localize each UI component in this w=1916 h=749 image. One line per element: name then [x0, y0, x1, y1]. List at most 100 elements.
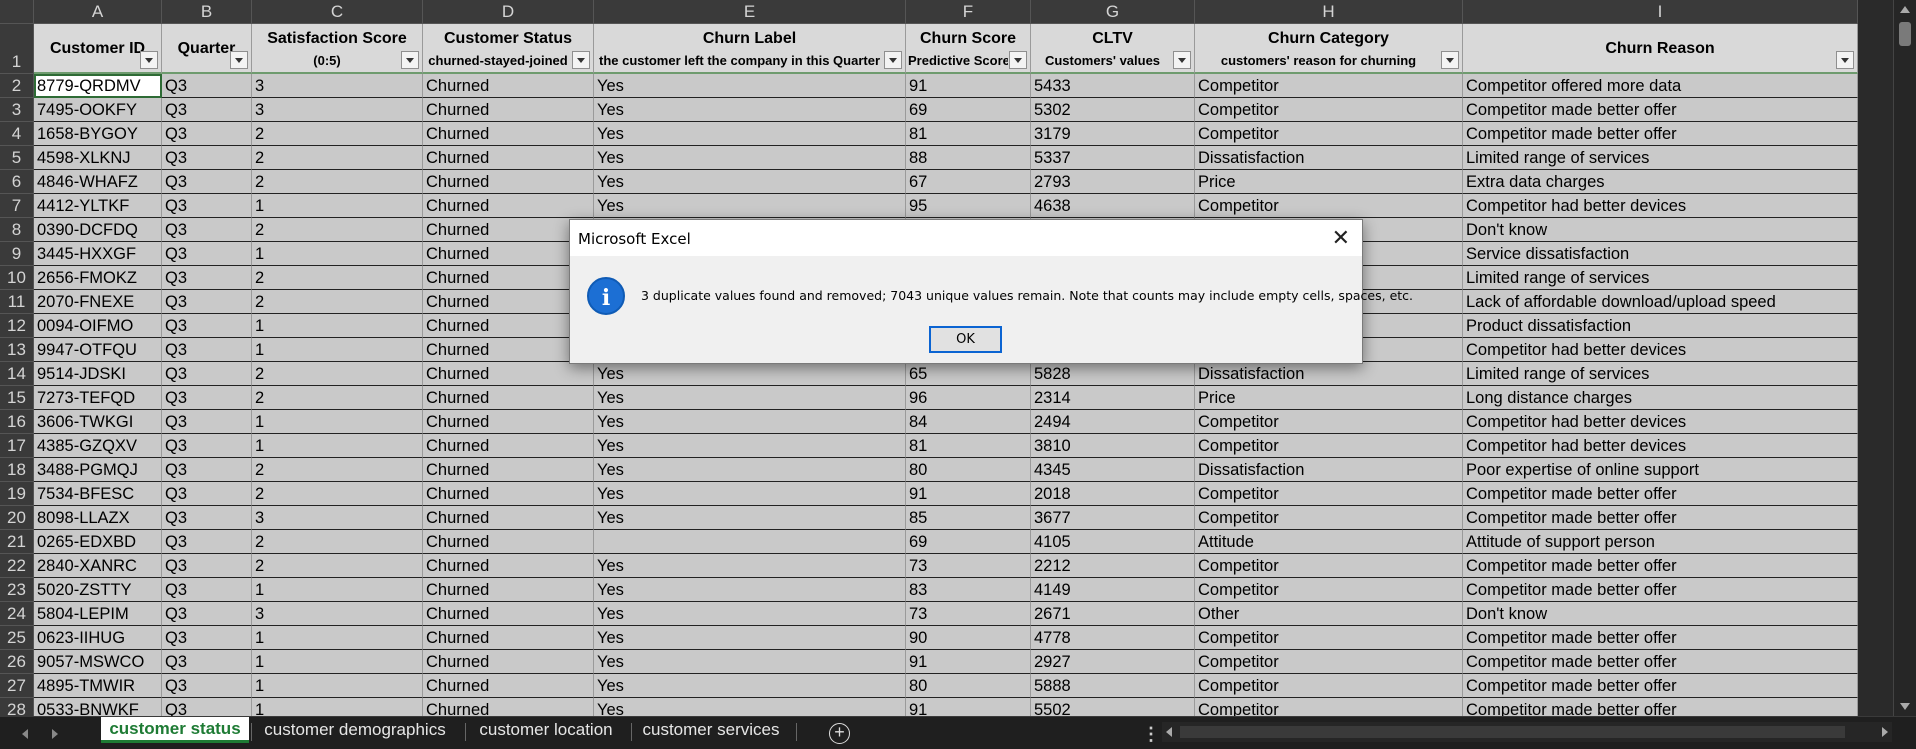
- cell-c[interactable]: 2: [252, 170, 423, 194]
- cell-i[interactable]: Poor expertise of online support: [1463, 458, 1858, 482]
- row-header[interactable]: 23: [0, 578, 34, 602]
- cell-a[interactable]: 7495-OOKFY: [34, 98, 162, 122]
- close-icon[interactable]: ✕: [1332, 226, 1350, 251]
- row-header[interactable]: 12: [0, 314, 34, 338]
- cell-d[interactable]: Churned: [423, 530, 594, 554]
- cell-i[interactable]: Long distance charges: [1463, 386, 1858, 410]
- cell-h[interactable]: Price: [1195, 386, 1463, 410]
- cell-a[interactable]: 7534-BFESC: [34, 482, 162, 506]
- cell-b[interactable]: Q3: [162, 674, 252, 698]
- cell-a[interactable]: 1658-BYGOY: [34, 122, 162, 146]
- cell-f[interactable]: 65: [906, 362, 1031, 386]
- cell-i[interactable]: Competitor made better offer: [1463, 506, 1858, 530]
- cell-e[interactable]: Yes: [594, 626, 906, 650]
- cell-i[interactable]: Competitor had better devices: [1463, 410, 1858, 434]
- add-sheet-icon[interactable]: +: [829, 723, 850, 744]
- cell-c[interactable]: 3: [252, 98, 423, 122]
- cell-f[interactable]: 85: [906, 506, 1031, 530]
- cell-a[interactable]: 4846-WHAFZ: [34, 170, 162, 194]
- cell-h[interactable]: Competitor: [1195, 482, 1463, 506]
- cell-h[interactable]: Competitor: [1195, 122, 1463, 146]
- cell-a[interactable]: 0623-IIHUG: [34, 626, 162, 650]
- cell-c[interactable]: 1: [252, 242, 423, 266]
- cell-b[interactable]: Q3: [162, 458, 252, 482]
- cell-b[interactable]: Q3: [162, 434, 252, 458]
- cell-d[interactable]: Churned: [423, 98, 594, 122]
- cell-i[interactable]: Competitor made better offer: [1463, 554, 1858, 578]
- cell-g[interactable]: 5828: [1031, 362, 1195, 386]
- cell-c[interactable]: 2: [252, 218, 423, 242]
- column-header-b[interactable]: B: [162, 0, 252, 24]
- row-header[interactable]: 14: [0, 362, 34, 386]
- cell-a[interactable]: 4412-YLTKF: [34, 194, 162, 218]
- cell-a[interactable]: 0265-EDXBD: [34, 530, 162, 554]
- filter-dropdown-icon[interactable]: [140, 51, 158, 69]
- cell-g[interactable]: 3810: [1031, 434, 1195, 458]
- cell-h[interactable]: Competitor: [1195, 194, 1463, 218]
- cell-a[interactable]: 9514-JDSKI: [34, 362, 162, 386]
- cell-c[interactable]: 1: [252, 578, 423, 602]
- cell-f[interactable]: 67: [906, 170, 1031, 194]
- cell-a[interactable]: 5020-ZSTTY: [34, 578, 162, 602]
- row-header[interactable]: 13: [0, 338, 34, 362]
- sheet-tab[interactable]: customer demographics: [254, 717, 456, 743]
- cell-e[interactable]: Yes: [594, 386, 906, 410]
- cell-d[interactable]: Churned: [423, 410, 594, 434]
- cell-h[interactable]: Competitor: [1195, 674, 1463, 698]
- cell-h[interactable]: Dissatisfaction: [1195, 458, 1463, 482]
- header-cell[interactable]: Churn Reason: [1463, 24, 1858, 74]
- cell-c[interactable]: 1: [252, 410, 423, 434]
- sheet-tab[interactable]: customer status: [101, 717, 249, 743]
- cell-b[interactable]: Q3: [162, 386, 252, 410]
- cell-e[interactable]: Yes: [594, 578, 906, 602]
- cell-b[interactable]: Q3: [162, 98, 252, 122]
- cell-i[interactable]: Competitor made better offer: [1463, 122, 1858, 146]
- cell-f[interactable]: 73: [906, 554, 1031, 578]
- cell-f[interactable]: 84: [906, 410, 1031, 434]
- cell-g[interactable]: 5302: [1031, 98, 1195, 122]
- cell-c[interactable]: 2: [252, 362, 423, 386]
- cell-f[interactable]: 73: [906, 602, 1031, 626]
- row-header[interactable]: 5: [0, 146, 34, 170]
- cell-c[interactable]: 2: [252, 122, 423, 146]
- cell-g[interactable]: 5502: [1031, 698, 1195, 716]
- cell-h[interactable]: Dissatisfaction: [1195, 146, 1463, 170]
- vertical-scrollbar[interactable]: [1893, 0, 1916, 716]
- cell-e[interactable]: Yes: [594, 554, 906, 578]
- more-options-icon[interactable]: ⋮: [1142, 724, 1160, 745]
- cell-e[interactable]: Yes: [594, 146, 906, 170]
- header-cell[interactable]: Customer Status churned-stayed-joined: [423, 24, 594, 74]
- vertical-scroll-thumb[interactable]: [1899, 22, 1911, 46]
- cell-c[interactable]: 1: [252, 674, 423, 698]
- filter-dropdown-icon[interactable]: [1441, 51, 1459, 69]
- cell-b[interactable]: Q3: [162, 266, 252, 290]
- cell-a[interactable]: 9947-OTFQU: [34, 338, 162, 362]
- cell-c[interactable]: 2: [252, 554, 423, 578]
- cell-h[interactable]: Competitor: [1195, 578, 1463, 602]
- cell-b[interactable]: Q3: [162, 530, 252, 554]
- cell-g[interactable]: 2018: [1031, 482, 1195, 506]
- cell-a[interactable]: 3445-HXXGF: [34, 242, 162, 266]
- cell-f[interactable]: 80: [906, 674, 1031, 698]
- cell-c[interactable]: 3: [252, 602, 423, 626]
- cell-f[interactable]: 96: [906, 386, 1031, 410]
- cell-d[interactable]: Churned: [423, 626, 594, 650]
- cell-c[interactable]: 1: [252, 194, 423, 218]
- cell-f[interactable]: 83: [906, 578, 1031, 602]
- header-cell[interactable]: Churn Label the customer left the company…: [594, 24, 906, 74]
- column-header-e[interactable]: E: [594, 0, 906, 24]
- cell-f[interactable]: 91: [906, 482, 1031, 506]
- cell-h[interactable]: Competitor: [1195, 506, 1463, 530]
- row-header[interactable]: 1: [0, 24, 34, 74]
- cell-d[interactable]: Churned: [423, 170, 594, 194]
- cell-h[interactable]: Attitude: [1195, 530, 1463, 554]
- header-cell[interactable]: Customer ID: [34, 24, 162, 74]
- column-header-a[interactable]: A: [34, 0, 162, 24]
- cell-i[interactable]: Limited range of services: [1463, 266, 1858, 290]
- sheet-tab[interactable]: customer services: [634, 717, 788, 743]
- filter-dropdown-icon[interactable]: [1009, 51, 1027, 69]
- cell-a[interactable]: 0094-OIFMO: [34, 314, 162, 338]
- cell-i[interactable]: Product dissatisfaction: [1463, 314, 1858, 338]
- row-header[interactable]: 25: [0, 626, 34, 650]
- cell-a[interactable]: 2070-FNEXE: [34, 290, 162, 314]
